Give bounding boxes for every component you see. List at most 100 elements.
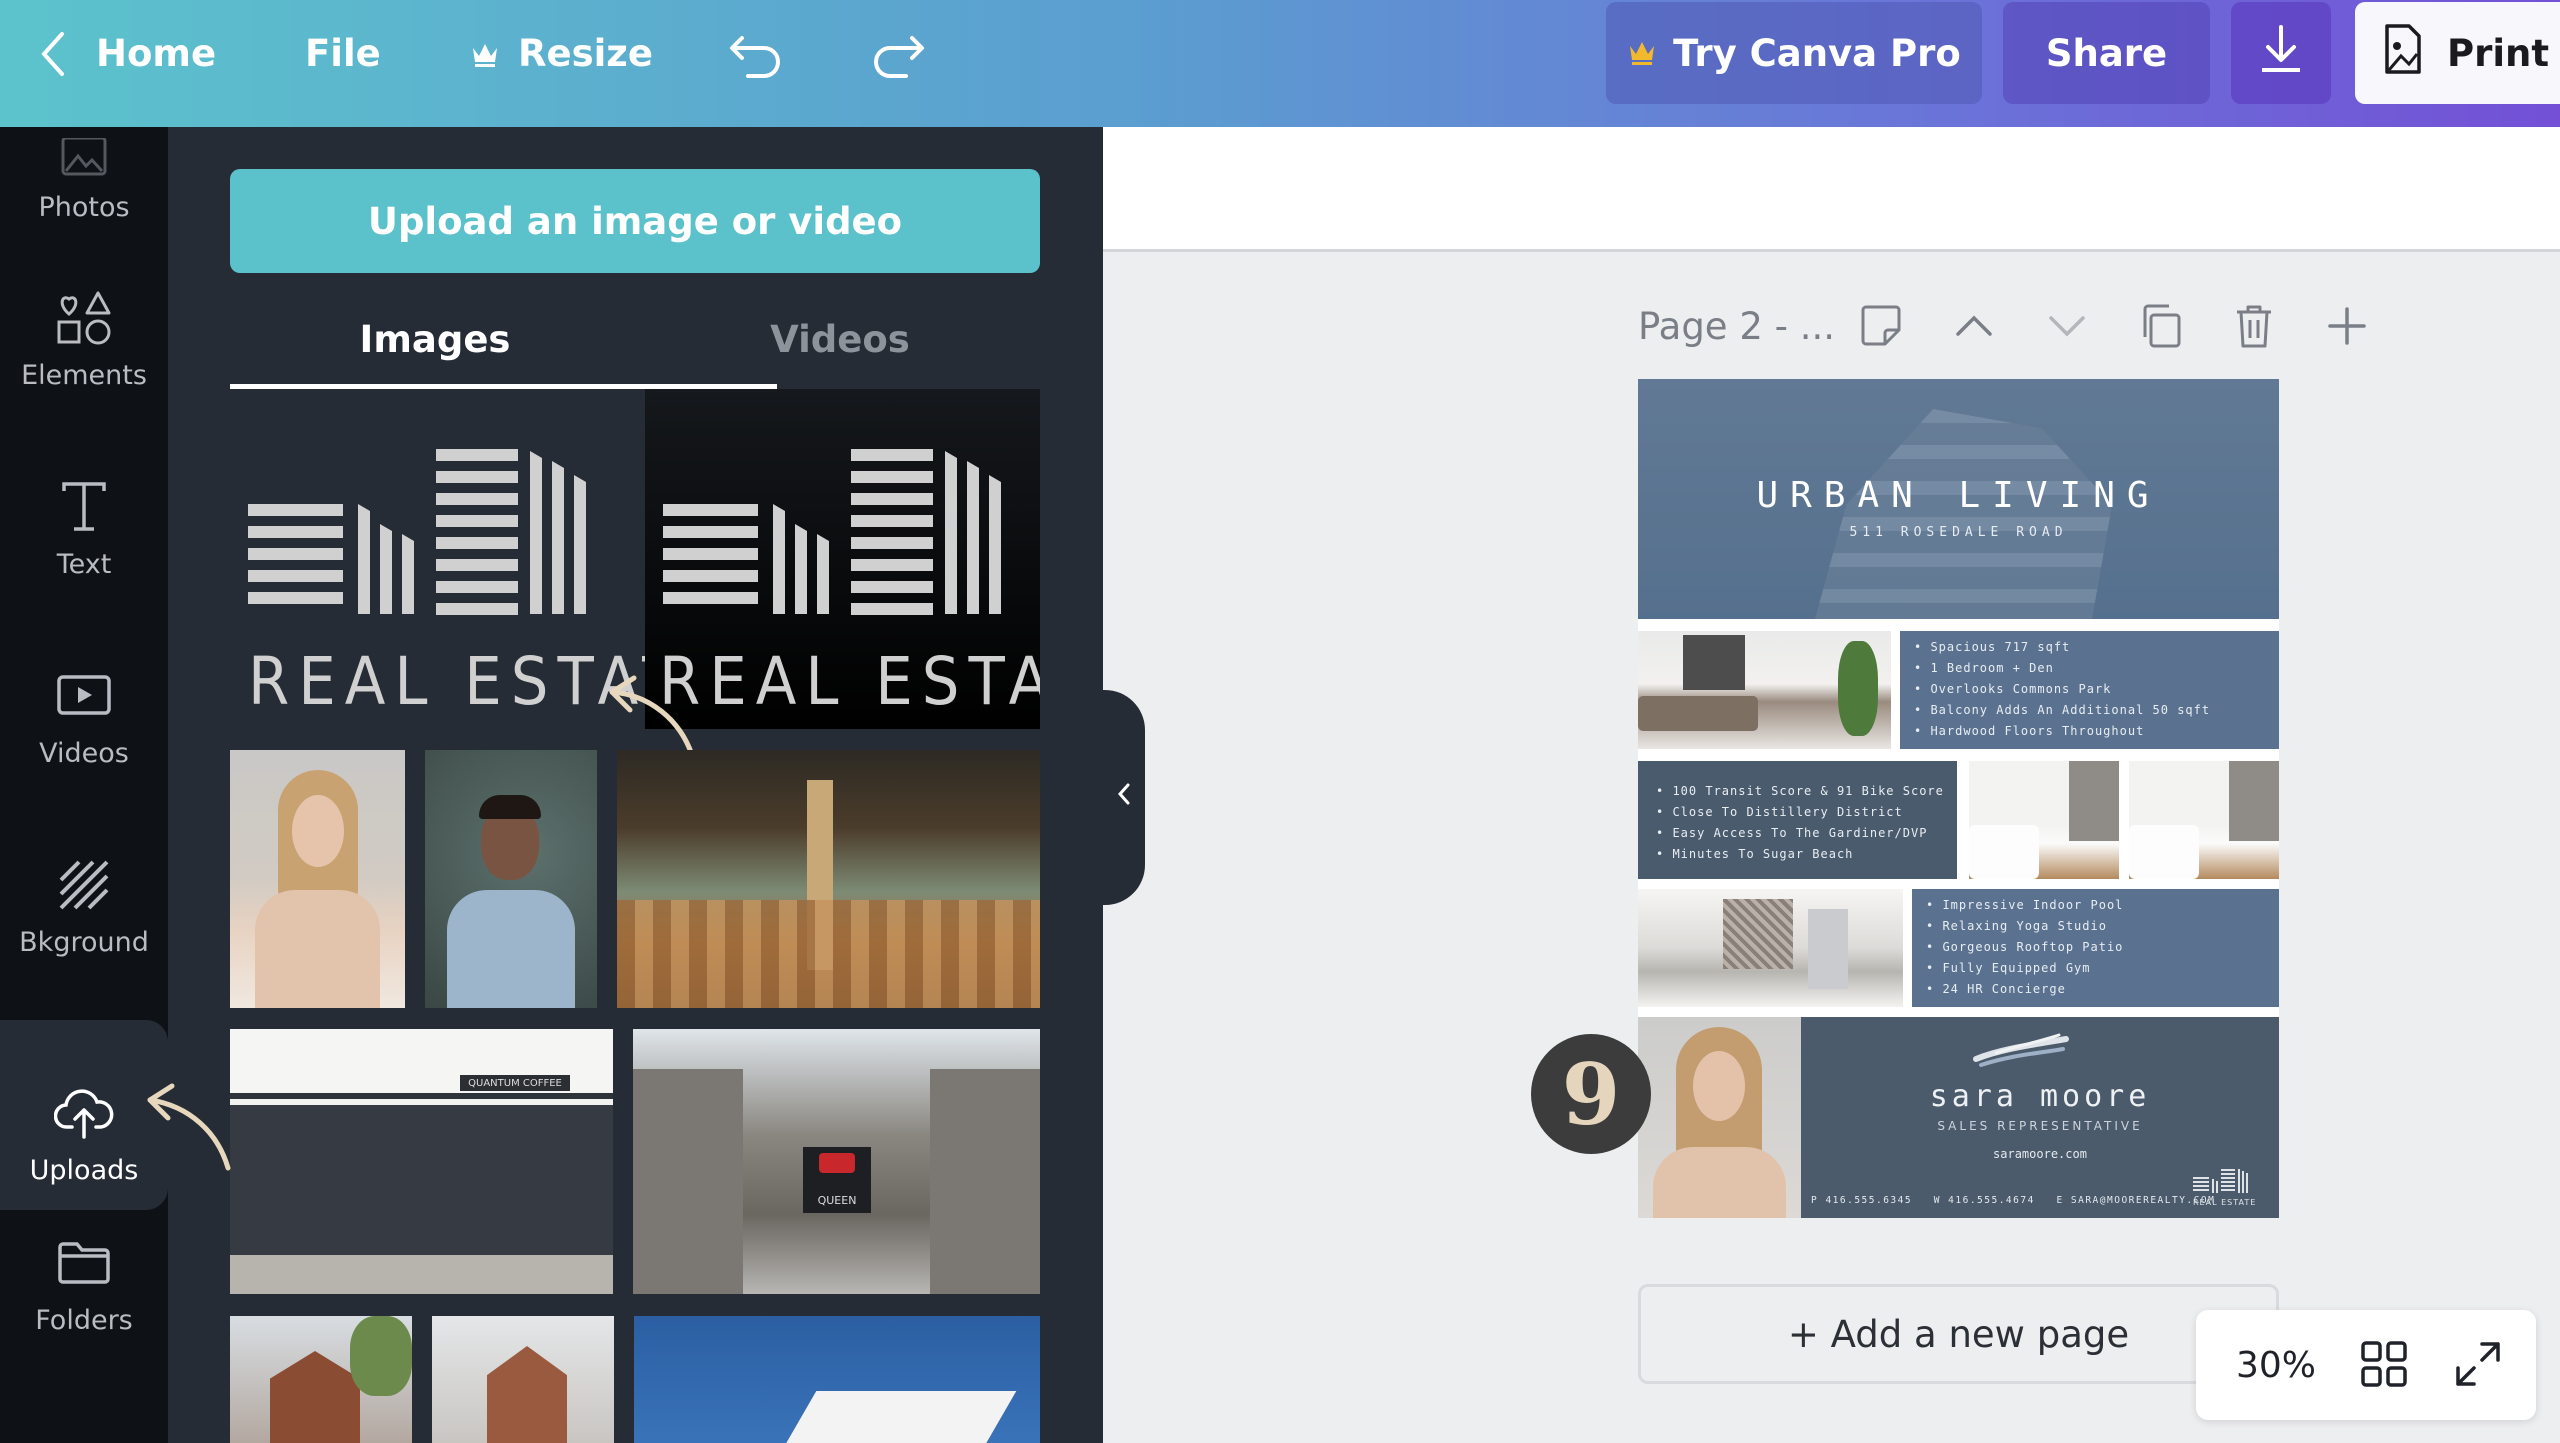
resize-button[interactable]: Resize (470, 0, 653, 107)
bed (2129, 825, 2199, 879)
feature-item: • Hardwood Floors Throughout (1914, 724, 2145, 738)
share-button[interactable]: Share (2003, 2, 2210, 104)
feature-item: • Minutes To Sugar Beach (1656, 847, 1854, 861)
add-note-button[interactable] (1853, 300, 1909, 356)
flyer-header: URBAN LIVING 511 ROSEDALE ROAD (1638, 379, 2279, 619)
delete-page-button[interactable] (2226, 300, 2282, 356)
bed (1969, 825, 2039, 879)
features-block-3: • Impressive Indoor Pool • Relaxing Yoga … (1912, 889, 2279, 1007)
storefront-sign: QUANTUM COFFEE (460, 1075, 570, 1091)
try-canva-pro-label: Try Canva Pro (1673, 31, 1961, 75)
backsplash (1723, 899, 1793, 969)
sidebar-label: Folders (35, 1305, 133, 1336)
feature-item: • Close To Distillery District (1656, 805, 1903, 819)
plus-icon (2327, 306, 2367, 350)
feature-item: • Gorgeous Rooftop Patio (1926, 940, 2124, 954)
upload-thumbnail[interactable] (617, 750, 1040, 1008)
redo-button[interactable] (870, 0, 926, 107)
sidebar-label: Bkground (19, 927, 149, 958)
zoom-level[interactable]: 30% (2236, 1310, 2316, 1420)
sidebar-item-videos[interactable]: Videos (0, 633, 168, 793)
print-file-icon (2383, 22, 2423, 85)
upload-thumbnail[interactable] (432, 1316, 614, 1443)
annotation-arrow-icon (609, 675, 695, 758)
features-block-2: • 100 Transit Score & 91 Bike Score • Clo… (1638, 761, 1957, 879)
upload-thumbnail[interactable]: REAL ESTATE (645, 389, 1040, 729)
chevron-left-icon (1116, 780, 1132, 815)
upload-thumbnail[interactable]: REAL ESTATE (230, 389, 645, 729)
design-page[interactable]: URBAN LIVING 511 ROSEDALE ROAD • Spaciou… (1638, 379, 2279, 1218)
feature-item: • 1 Bedroom + Den (1914, 661, 2054, 675)
try-canva-pro-button[interactable]: Try Canva Pro (1606, 2, 1982, 104)
add-new-page-button[interactable]: + Add a new page (1638, 1284, 2279, 1384)
zoom-controls: 30% (2196, 1310, 2536, 1420)
portrait-face (292, 795, 344, 867)
sidebar-item-elements[interactable]: Elements (0, 255, 168, 415)
modern-building (781, 1391, 1017, 1443)
print-button[interactable]: Print F (2355, 2, 2560, 104)
resize-label: Resize (518, 32, 653, 75)
agent-photo (1638, 1017, 1801, 1218)
feature-item: • Fully Equipped Gym (1926, 961, 2091, 975)
chevron-up-icon (1954, 314, 1994, 342)
download-button[interactable] (2231, 2, 2331, 104)
upload-thumbnail[interactable]: QUEEN (633, 1029, 1040, 1294)
features-block-1: • Spacious 717 sqft • 1 Bedroom + Den • Ov… (1900, 631, 2279, 749)
bedroom-photo (2129, 761, 2279, 879)
upload-media-button[interactable]: Upload an image or video (230, 169, 1040, 273)
move-page-down-button[interactable] (2039, 300, 2095, 356)
sofa (1638, 696, 1758, 731)
real-estate-logo-icon: REAL ESTATE (2193, 1169, 2255, 1207)
expand-icon (2454, 1342, 2502, 1392)
tab-images[interactable]: Images (230, 290, 640, 388)
wall-art (1683, 635, 1745, 690)
chevron-left-icon (38, 30, 68, 78)
upload-thumbnail[interactable]: QUANTUM COFFEE (230, 1029, 613, 1294)
flyer-title: URBAN LIVING (1756, 475, 2161, 516)
page-title[interactable]: Page 2 - ... (1638, 305, 1835, 348)
grid-view-button[interactable] (2360, 1340, 2408, 1392)
file-menu[interactable]: File (305, 0, 381, 107)
agent-info-block: sara moore SALES REPRESENTATIVE saramoor… (1801, 1017, 2279, 1218)
agent-website: saramoore.com (1993, 1147, 2087, 1161)
flatiron-building (270, 1351, 360, 1443)
feature-item: • Spacious 717 sqft (1914, 640, 2071, 654)
fullscreen-button[interactable] (2454, 1340, 2502, 1392)
restaurant-chairs (617, 900, 1040, 1008)
upload-thumbnail[interactable] (634, 1316, 1040, 1443)
video-icon (54, 666, 114, 726)
redo-icon (870, 30, 926, 78)
feature-item: • 24 HR Concierge (1926, 982, 2066, 996)
move-page-up-button[interactable] (1946, 300, 2002, 356)
flyer-address: 511 ROSEDALE ROAD (1849, 525, 2068, 540)
kitchen-photo (1638, 889, 1903, 1007)
agent-role: SALES REPRESENTATIVE (1937, 1119, 2143, 1133)
download-icon (2258, 23, 2304, 84)
undo-icon (728, 30, 784, 78)
feature-item: • 100 Transit Score & 91 Bike Score (1656, 784, 1944, 798)
bathroom-wall (2069, 761, 2119, 841)
portrait-body (255, 890, 380, 1008)
logo-text: REAL ESTATE (659, 643, 1040, 720)
upload-thumbnail[interactable] (230, 750, 405, 1008)
duplicate-page-button[interactable] (2133, 300, 2189, 356)
portrait-hair (479, 795, 541, 819)
sidebar-item-background[interactable]: Bkground (0, 822, 168, 982)
upload-thumbnail[interactable] (230, 1316, 412, 1443)
feature-list: • 100 Transit Score & 91 Bike Score • Clo… (1656, 781, 1957, 865)
folder-icon (54, 1233, 114, 1293)
feature-item: • Easy Access To The Gardiner/DVP (1656, 826, 1928, 840)
flatiron-building (487, 1346, 567, 1443)
sidebar-item-text[interactable]: Text (0, 444, 168, 604)
feature-item: • Overlooks Commons Park (1914, 682, 2112, 696)
home-button[interactable]: Home (38, 0, 216, 107)
tab-videos[interactable]: Videos (640, 290, 1040, 388)
collapse-panel-button[interactable] (1103, 690, 1145, 905)
text-icon (54, 477, 114, 537)
sidebar-item-folders[interactable]: Folders (0, 1200, 168, 1360)
undo-button[interactable] (728, 0, 784, 107)
add-page-button[interactable] (2319, 300, 2375, 356)
sidebar-item-photos[interactable]: Photos (0, 127, 168, 237)
upload-thumbnail[interactable] (425, 750, 597, 1008)
real-estate-logo-graphic: REAL ESTATE (659, 449, 1040, 720)
